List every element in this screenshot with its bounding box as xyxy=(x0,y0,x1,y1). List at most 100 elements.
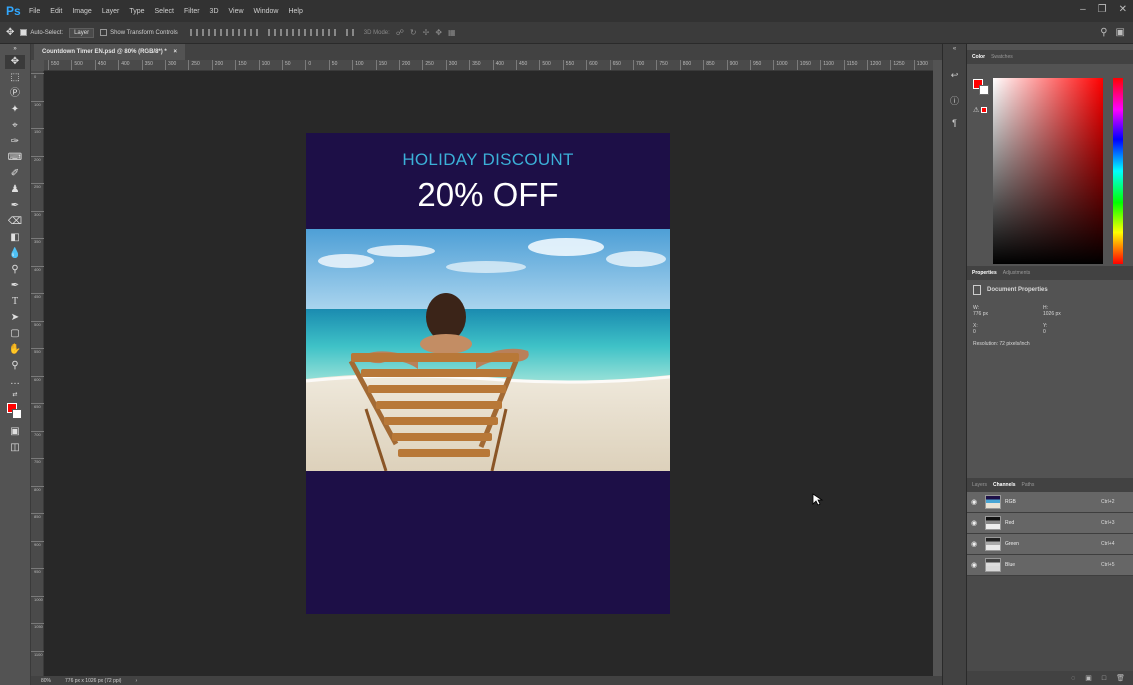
height-value[interactable]: 1026 px xyxy=(1043,311,1061,317)
auto-select-checkbox[interactable] xyxy=(20,29,28,36)
visibility-eye-icon[interactable]: ◉ xyxy=(971,519,981,527)
menu-type[interactable]: Type xyxy=(124,8,149,15)
distribute-left-icon[interactable] xyxy=(303,29,312,36)
restore-icon[interactable]: ❐ xyxy=(1098,4,1107,15)
search-icon[interactable]: ⚲ xyxy=(1100,27,1107,38)
type-tool-icon[interactable]: T xyxy=(5,295,25,309)
delete-channel-icon[interactable]: 🗑 xyxy=(1116,674,1125,682)
align-right-icon[interactable] xyxy=(249,29,258,36)
color-panel-background-swatch[interactable] xyxy=(979,85,989,95)
x-value[interactable]: 0 xyxy=(973,329,976,335)
auto-select-dropdown[interactable]: Layer xyxy=(69,27,95,38)
marquee-tool-icon[interactable]: ⬚ xyxy=(5,71,25,85)
eraser-tool-icon[interactable]: ⌫ xyxy=(5,215,25,229)
move-tool-preset-icon[interactable]: ✥ xyxy=(6,27,14,38)
menu-window[interactable]: Window xyxy=(249,8,284,15)
tab-paths[interactable]: Paths xyxy=(1022,482,1035,488)
auto-align-icon[interactable] xyxy=(345,29,354,36)
tab-swatches[interactable]: Swatches xyxy=(991,54,1013,60)
more-tools-icon[interactable]: … xyxy=(5,375,25,389)
menu-layer[interactable]: Layer xyxy=(97,8,125,15)
menu-help[interactable]: Help xyxy=(283,8,307,15)
info-panel-icon[interactable]: ⓘ xyxy=(948,94,962,108)
load-selection-icon[interactable]: ◌ xyxy=(1071,675,1075,682)
screen-mode-icon[interactable]: ◫ xyxy=(5,441,25,455)
document-canvas[interactable]: HOLIDAY DISCOUNT 20% OFF xyxy=(306,133,670,614)
menu-select[interactable]: Select xyxy=(150,8,179,15)
panel-strip-collapse-icon[interactable]: « xyxy=(948,46,962,60)
move-tool-icon[interactable]: ✥ xyxy=(5,55,25,69)
channel-row-green[interactable]: ◉ Green Ctrl+4 xyxy=(967,534,1133,555)
channel-row-blue[interactable]: ◉ Blue Ctrl+5 xyxy=(967,555,1133,576)
align-hcenter-icon[interactable] xyxy=(237,29,246,36)
new-channel-icon[interactable]: □ xyxy=(1102,675,1106,682)
clone-stamp-tool-icon[interactable]: ♟ xyxy=(5,183,25,197)
background-color-swatch[interactable] xyxy=(12,409,22,419)
quick-select-tool-icon[interactable]: ✦ xyxy=(5,103,25,117)
dodge-tool-icon[interactable]: ⚲ xyxy=(5,263,25,277)
zoom-tool-icon[interactable]: ⚲ xyxy=(5,359,25,373)
y-value[interactable]: 0 xyxy=(1043,329,1046,335)
save-selection-icon[interactable]: ▣ xyxy=(1085,674,1092,682)
paragraph-panel-icon[interactable]: ¶ xyxy=(948,118,962,132)
align-vcenter-icon[interactable] xyxy=(201,29,210,36)
history-panel-icon[interactable]: ↩ xyxy=(948,70,962,84)
path-selection-tool-icon[interactable]: ➤ xyxy=(5,311,25,325)
align-bottom-icon[interactable] xyxy=(213,29,222,36)
visibility-eye-icon[interactable]: ◉ xyxy=(971,498,981,506)
pen-tool-icon[interactable]: ✒ xyxy=(5,279,25,293)
blur-tool-icon[interactable]: 💧 xyxy=(5,247,25,261)
swap-colors-icon[interactable]: ⇄ xyxy=(5,391,25,399)
zoom-level[interactable]: 80% xyxy=(41,678,51,684)
brush-tool-icon[interactable]: ✐ xyxy=(5,167,25,181)
minimize-icon[interactable]: – xyxy=(1080,4,1086,15)
tab-layers[interactable]: Layers xyxy=(972,482,987,488)
lasso-tool-icon[interactable]: Ⓟ xyxy=(5,87,25,101)
menu-edit[interactable]: Edit xyxy=(45,8,67,15)
crop-tool-icon[interactable]: ⌖ xyxy=(5,119,25,133)
3d-slide-icon[interactable]: ✥ xyxy=(435,28,442,37)
healing-brush-tool-icon[interactable]: ⌨ xyxy=(5,151,25,165)
status-menu-arrow-icon[interactable]: › xyxy=(135,678,137,684)
rectangle-tool-icon[interactable]: ▢ xyxy=(5,327,25,341)
menu-file[interactable]: File xyxy=(24,8,45,15)
align-top-icon[interactable] xyxy=(189,29,198,36)
3d-roll-icon[interactable]: ↻ xyxy=(410,28,417,37)
show-transform-checkbox[interactable] xyxy=(100,29,108,36)
vertical-ruler[interactable]: 0 100 150 200 250 300 350 400 450 500 550 600 650 700… xyxy=(31,71,44,676)
channel-row-rgb[interactable]: ◉ RGB Ctrl+2 xyxy=(967,492,1133,513)
distribute-vcenter-icon[interactable] xyxy=(279,29,288,36)
document-tab[interactable]: Countdown Timer EN.psd @ 80% (RGB/8*) * … xyxy=(34,44,185,60)
tab-channels[interactable]: Channels xyxy=(993,482,1016,488)
color-field[interactable] xyxy=(993,78,1103,264)
horizontal-ruler[interactable]: 550 500 450 400 350 300 250 200 150 100 50 0 50 100 15… xyxy=(44,60,933,71)
toolbar-collapse-icon[interactable]: » xyxy=(5,45,25,53)
canvas-area[interactable]: HOLIDAY DISCOUNT 20% OFF xyxy=(44,71,933,676)
document-tab-close-icon[interactable]: × xyxy=(173,49,177,55)
gradient-tool-icon[interactable]: ◧ xyxy=(5,231,25,245)
3d-orbit-icon[interactable]: ☍ xyxy=(396,28,404,37)
hand-tool-icon[interactable]: ✋ xyxy=(5,343,25,357)
workspace-icon[interactable]: ▣ xyxy=(1116,27,1125,38)
distribute-bottom-icon[interactable] xyxy=(291,29,300,36)
3d-scale-icon[interactable]: ▦ xyxy=(448,28,456,37)
gamut-warning-swatch[interactable] xyxy=(981,107,988,114)
tab-color[interactable]: Color xyxy=(972,54,985,60)
align-left-icon[interactable] xyxy=(225,29,234,36)
width-value[interactable]: 776 px xyxy=(973,311,988,317)
distribute-hcenter-icon[interactable] xyxy=(315,29,324,36)
menu-image[interactable]: Image xyxy=(67,8,96,15)
menu-3d[interactable]: 3D xyxy=(205,8,224,15)
menu-view[interactable]: View xyxy=(224,8,249,15)
history-brush-tool-icon[interactable]: ✒ xyxy=(5,199,25,213)
3d-pan-icon[interactable]: ✢ xyxy=(423,28,430,37)
quick-mask-icon[interactable]: ▣ xyxy=(5,425,25,439)
tab-adjustments[interactable]: Adjustments xyxy=(1003,270,1031,276)
distribute-right-icon[interactable] xyxy=(327,29,336,36)
hue-slider[interactable] xyxy=(1113,78,1123,264)
menu-filter[interactable]: Filter xyxy=(179,8,205,15)
visibility-eye-icon[interactable]: ◉ xyxy=(971,561,981,569)
eyedropper-tool-icon[interactable]: ✑ xyxy=(5,135,25,149)
channel-row-red[interactable]: ◉ Red Ctrl+3 xyxy=(967,513,1133,534)
close-icon[interactable]: ✕ xyxy=(1119,4,1127,15)
